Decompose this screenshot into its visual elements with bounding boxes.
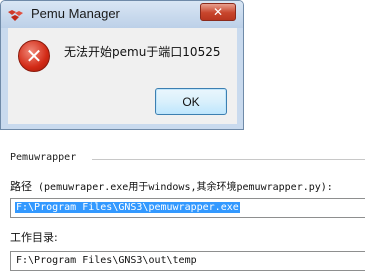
pemu-manager-dialog: Pemu Manager ✕ ✕ 无法开始pemu于端口10525 OK <box>0 0 244 130</box>
working-dir-input[interactable]: F:\Program Files\GNS3\out\temp <box>10 251 365 271</box>
close-button[interactable]: ✕ <box>200 3 236 21</box>
error-icon-glyph: ✕ <box>25 44 43 68</box>
close-icon: ✕ <box>212 5 224 19</box>
path-label-text: 路径 <box>10 180 32 193</box>
section-title: Pemuwrapper <box>10 152 77 163</box>
dialog-titlebar[interactable]: Pemu Manager ✕ <box>1 1 243 28</box>
ok-button[interactable]: OK <box>155 88 227 115</box>
section-divider <box>92 159 365 160</box>
path-label-hint: (pemuwraper.exe用于windows,其余环境pemuwrapper… <box>32 182 333 193</box>
error-icon: ✕ <box>18 40 50 72</box>
path-input[interactable]: F:\Program Files\GNS3\pemuwrapper.exe <box>10 198 365 218</box>
working-dir-value: F:\Program Files\GNS3\out\temp <box>16 255 197 266</box>
working-dir-label: 工作目录: <box>10 231 58 244</box>
error-message: 无法开始pemu于端口10525 <box>64 45 221 59</box>
dialog-body: ✕ 无法开始pemu于端口10525 OK <box>8 28 237 124</box>
dialog-title: Pemu Manager <box>31 6 120 21</box>
path-label: 路径 (pemuwraper.exe用于windows,其余环境pemuwrap… <box>10 178 333 194</box>
path-value: F:\Program Files\GNS3\pemuwrapper.exe <box>15 202 240 213</box>
pemuwrapper-settings: Pemuwrapper 路径 (pemuwraper.exe用于windows,… <box>0 150 365 275</box>
pemu-app-icon <box>7 8 25 22</box>
